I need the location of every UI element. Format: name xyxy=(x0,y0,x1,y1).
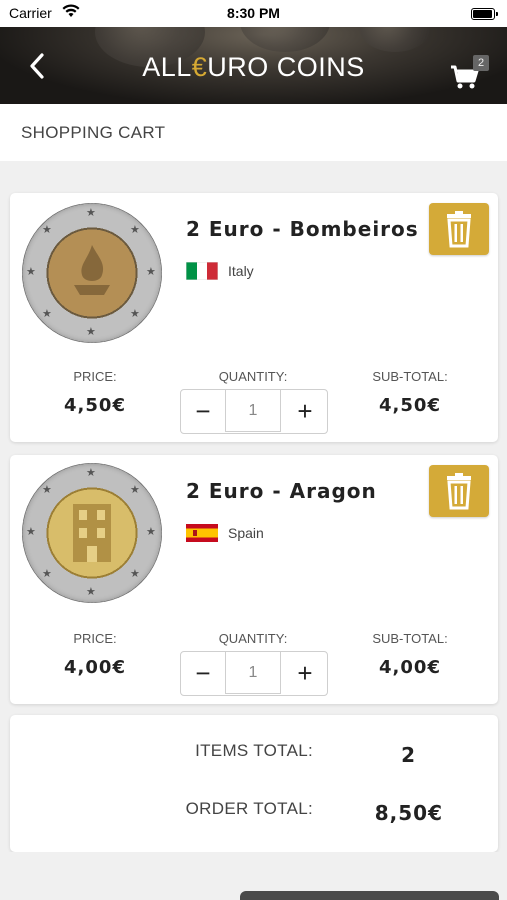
logo-text-prefix: ALL xyxy=(142,52,192,82)
quantity-input[interactable]: 1 xyxy=(225,389,281,432)
trash-icon xyxy=(447,473,471,510)
remove-item-button[interactable] xyxy=(429,465,489,517)
product-country: Italy xyxy=(228,263,254,279)
increase-quantity-button[interactable]: + xyxy=(283,390,327,433)
quantity-stepper: − 1 + xyxy=(180,651,328,696)
items-total-value: 2 xyxy=(401,743,416,767)
product-name[interactable]: 2 Euro - Aragon xyxy=(186,479,377,503)
remove-item-button[interactable] xyxy=(429,203,489,255)
price-value: 4,50€ xyxy=(64,395,126,416)
page-title: SHOPPING CART xyxy=(21,123,166,142)
background-coin-decoration xyxy=(240,27,330,52)
subtotal-label: SUB-TOTAL: xyxy=(372,369,448,384)
quantity-stepper: − 1 + xyxy=(180,389,328,434)
cart-item-card: ★ ★ ★ ★ ★ ★ ★ ★ 2 Euro - Bombeiros Italy… xyxy=(10,193,498,442)
status-time: 8:30 PM xyxy=(227,5,280,21)
decrease-quantity-button[interactable]: − xyxy=(181,652,225,695)
status-bar: Carrier 8:30 PM xyxy=(0,0,507,27)
items-total-label: ITEMS TOTAL: xyxy=(195,741,313,760)
order-summary-card: ITEMS TOTAL: 2 ORDER TOTAL: 8,50€ xyxy=(10,715,498,852)
spain-flag-icon xyxy=(186,524,218,542)
price-value: 4,00€ xyxy=(64,657,126,678)
quantity-label: QUANTITY: xyxy=(218,631,288,646)
price-label: PRICE: xyxy=(73,369,117,384)
flame-emblem-icon xyxy=(74,245,110,295)
title-bar: SHOPPING CART xyxy=(0,104,507,161)
italy-flag-icon xyxy=(186,262,218,280)
decrease-quantity-button[interactable]: − xyxy=(181,390,225,433)
coin-image: ★ ★ ★ ★ ★ ★ ★ ★ xyxy=(22,463,162,603)
quantity-label: QUANTITY: xyxy=(218,369,288,384)
app-logo: ALL€URO COINS xyxy=(0,52,507,83)
price-label: PRICE: xyxy=(73,631,117,646)
checkout-button[interactable] xyxy=(240,891,499,900)
coin-image: ★ ★ ★ ★ ★ ★ ★ ★ xyxy=(22,203,162,343)
background-coin-decoration xyxy=(360,27,430,52)
subtotal-label: SUB-TOTAL: xyxy=(372,631,448,646)
logo-text-suffix: URO COINS xyxy=(207,52,365,82)
cart-item-card: ★ ★ ★ ★ ★ ★ ★ ★ 2 Euro - Aragon Spain PR… xyxy=(10,455,498,704)
cart-count-badge: 2 xyxy=(473,55,489,71)
product-country: Spain xyxy=(228,525,264,541)
increase-quantity-button[interactable]: + xyxy=(283,652,327,695)
order-total-label: ORDER TOTAL: xyxy=(185,799,313,818)
order-total-value: 8,50€ xyxy=(374,801,443,825)
cart-button[interactable]: 2 xyxy=(449,55,489,91)
subtotal-value: 4,00€ xyxy=(379,657,441,678)
product-name[interactable]: 2 Euro - Bombeiros xyxy=(186,217,419,241)
quantity-input[interactable]: 1 xyxy=(225,651,281,694)
logo-euro-sign: € xyxy=(191,52,208,82)
battery-icon xyxy=(471,8,498,20)
nav-header: ALL€URO COINS 2 xyxy=(0,27,507,104)
tower-emblem-icon xyxy=(73,504,111,562)
subtotal-value: 4,50€ xyxy=(379,395,441,416)
trash-icon xyxy=(447,211,471,248)
